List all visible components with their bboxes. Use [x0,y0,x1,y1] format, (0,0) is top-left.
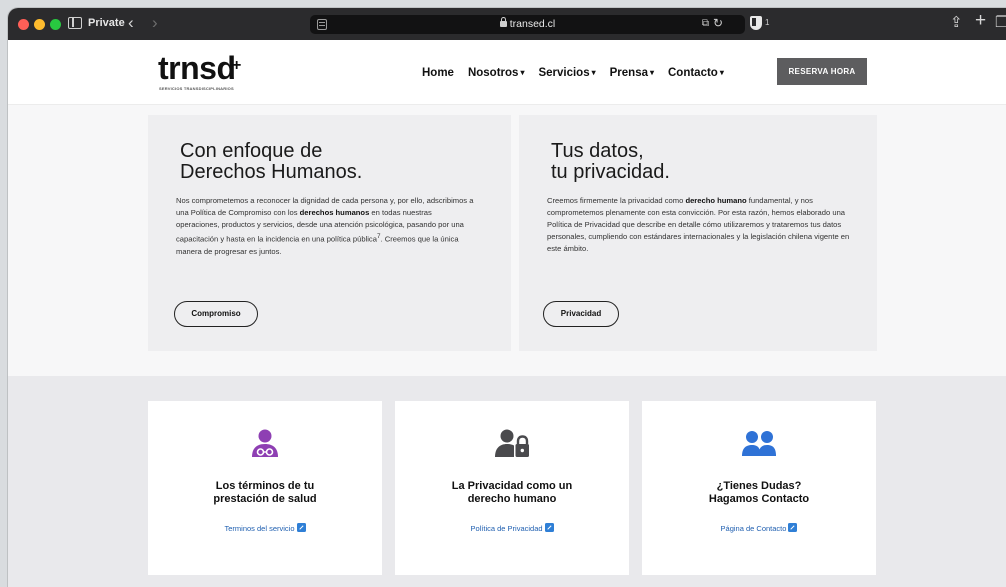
external-link-icon [296,523,306,532]
rights-body: Nos comprometemos a reconocer la dignida… [176,195,476,258]
chevron-down-icon: ▾ [649,68,654,77]
privacy-card-title-line2: derecho humano [467,493,557,505]
contact-page-link[interactable]: Página de Contacto [642,523,876,533]
chevron-down-icon: ▾ [591,68,596,77]
user-group-icon [742,431,776,456]
health-terms-card: Los términos de tu prestación de salud Te… [148,401,382,575]
shield-extension-icon[interactable] [750,16,762,30]
external-link-icon [788,523,798,532]
zoom-window-button[interactable] [50,19,61,30]
share-icon[interactable]: ⇪ [950,13,963,33]
health-terms-title: Los términos de tu prestación de salud [148,480,382,506]
privacy-panel: Tus datos, tu privacidad. Creemos firmeme… [519,115,877,351]
logo-plus: + [232,57,242,74]
main-nav: Home Nosotros ▾ Servicios ▾ Prensa ▾ Contac… [422,67,738,79]
nav-home[interactable]: Home [422,67,454,79]
nav-prensa[interactable]: Prensa ▾ [610,67,654,79]
address-url[interactable]: transed.cl [310,17,745,30]
rights-title-line1: Con enfoque de [180,140,323,162]
contact-card: ¿Tienes Dudas? Hagamos Contacto Página de… [642,401,876,575]
lock-icon [499,17,507,27]
contact-card-title-line2: Hagamos Contacto [708,493,810,505]
terms-link-label: Terminos del servicio [224,524,295,533]
contact-card-title-line1: ¿Tienes Dudas? [716,480,802,492]
privacy-body-text-1: Creemos firmemente la privacidad como [547,196,686,205]
nav-contacto-label: Contacto [668,67,718,79]
external-link-icon [544,523,554,532]
nav-prensa-label: Prensa [609,67,648,79]
health-terms-title-line2: prestación de salud [213,493,317,505]
forward-icon[interactable]: › [152,13,158,33]
compromiso-button[interactable]: Compromiso [174,301,258,327]
new-tab-icon[interactable]: + [975,11,986,31]
nav-nosotros[interactable]: Nosotros ▾ [468,67,525,79]
privacy-body: Creemos firmemente la privacidad como de… [547,195,857,255]
privacy-card-title-line1: La Privacidad como un [451,480,573,492]
privacy-card-title: La Privacidad como un derecho humano [395,480,629,506]
privacy-title-line2: tu privacidad. [551,161,670,183]
url-text: transed.cl [509,18,556,30]
tabs-icon[interactable]: ❐ [995,13,1006,33]
terms-link[interactable]: Terminos del servicio [148,523,382,533]
nav-home-label: Home [422,67,454,79]
contact-page-link-label: Página de Contacto [720,524,787,533]
address-bar[interactable]: transed.cl ⧉ ↻ [310,15,745,34]
reload-icon[interactable]: ↻ [713,16,723,30]
web-page: trnsd + SERVICIOS TRANSDISCIPLINARIOS Ho… [8,40,1006,587]
nav-servicios-label: Servicios [538,67,590,79]
chevron-down-icon: ▾ [719,68,724,77]
back-icon[interactable]: ‹ [128,13,134,33]
contact-card-title: ¿Tienes Dudas? Hagamos Contacto [642,480,876,506]
privacy-policy-link-label: Política de Privacidad [470,524,543,533]
nav-servicios[interactable]: Servicios ▾ [538,67,595,79]
nav-contacto[interactable]: Contacto ▾ [668,67,724,79]
logo[interactable]: trnsd [158,51,236,85]
rights-panel: Con enfoque de Derechos Humanos. Nos comp… [148,115,511,351]
minimize-window-button[interactable] [34,19,45,30]
user-doctor-icon [252,429,278,457]
nav-nosotros-label: Nosotros [467,67,519,79]
privacidad-button[interactable]: Privacidad [543,301,619,327]
site-header: trnsd + SERVICIOS TRANSDISCIPLINARIOS Ho… [8,40,1006,105]
privacy-title-line1: Tus datos, [551,140,644,162]
sidebar-icon[interactable] [68,17,82,29]
info-cards-band: Los términos de tu prestación de salud Te… [8,376,1006,587]
translate-icon[interactable]: ⧉ [702,18,709,29]
privacy-body-bold: derecho humano [685,196,747,205]
logo-tagline: SERVICIOS TRANSDISCIPLINARIOS [159,86,234,91]
browser-toolbar: Private ‹ › transed.cl ⧉ ↻ 1 ⇪ + ❐ [8,8,1006,40]
rights-title-line2: Derechos Humanos. [180,161,363,183]
close-window-button[interactable] [18,19,29,30]
health-terms-title-line1: Los términos de tu [215,480,315,492]
user-lock-icon [495,429,529,457]
rights-title: Con enfoque de Derechos Humanos. [180,141,362,183]
reserve-button[interactable]: RESERVA HORA [777,58,867,85]
privacy-title: Tus datos, tu privacidad. [551,141,670,183]
browser-window: Private ‹ › transed.cl ⧉ ↻ 1 ⇪ + ❐ trnsd… [8,8,1006,587]
chevron-down-icon: ▾ [520,68,525,77]
rights-body-bold: derechos humanos [299,208,370,217]
private-label: Private [88,17,125,29]
extension-count: 1 [765,18,770,27]
privacy-policy-link[interactable]: Política de Privacidad [395,523,629,533]
privacy-card: La Privacidad como un derecho humano Polí… [395,401,629,575]
